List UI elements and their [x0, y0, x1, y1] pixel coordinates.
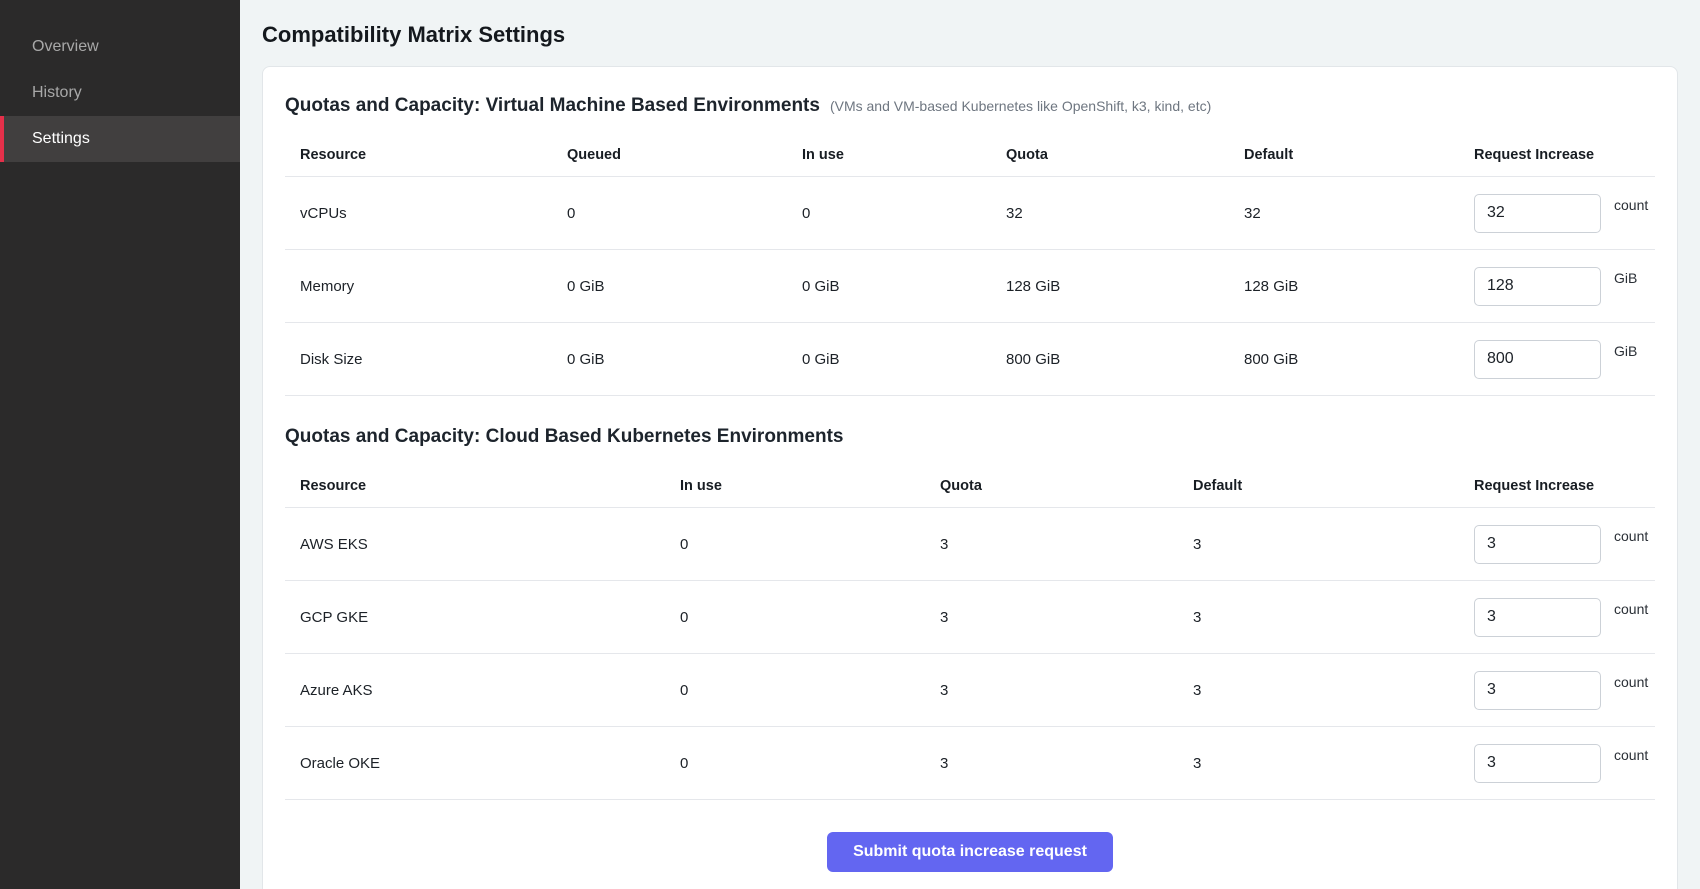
sidebar-item-history[interactable]: History: [0, 70, 240, 116]
in-use-cell: 0: [680, 755, 940, 772]
in-use-cell: 0 GiB: [802, 278, 1006, 295]
column-header-in-use: In use: [802, 147, 1006, 163]
resource-cell: Oracle OKE: [300, 755, 680, 772]
request-increase-cell: GiB: [1474, 340, 1655, 379]
request-increase-cell: GiB: [1474, 267, 1655, 306]
column-header-default: Default: [1244, 147, 1474, 163]
unit-label: count: [1614, 601, 1648, 617]
column-header-in-use: In use: [680, 478, 940, 494]
vm-section-title: Quotas and Capacity: Virtual Machine Bas…: [285, 95, 820, 117]
settings-card: Quotas and Capacity: Virtual Machine Bas…: [262, 66, 1678, 889]
column-header-queued: Queued: [567, 147, 802, 163]
column-header-default: Default: [1193, 478, 1474, 494]
default-cell: 3: [1193, 682, 1474, 699]
disk-size-request-input[interactable]: [1474, 340, 1601, 379]
request-increase-cell: count: [1474, 598, 1655, 637]
table-row-oracle-oke: Oracle OKE 0 3 3 count: [285, 727, 1655, 800]
resource-cell: Azure AKS: [300, 682, 680, 699]
column-header-resource: Resource: [300, 147, 567, 163]
gcp-gke-request-input[interactable]: [1474, 598, 1601, 637]
resource-cell: AWS EKS: [300, 536, 680, 553]
vm-table-header: Resource Queued In use Quota Default Req…: [285, 133, 1655, 177]
main-content: Compatibility Matrix Settings Quotas and…: [240, 0, 1700, 889]
resource-cell: vCPUs: [300, 205, 567, 222]
page-title: Compatibility Matrix Settings: [262, 22, 1678, 48]
aws-eks-request-input[interactable]: [1474, 525, 1601, 564]
sidebar-item-overview[interactable]: Overview: [0, 24, 240, 70]
vm-section-subtitle: (VMs and VM-based Kubernetes like OpenSh…: [830, 98, 1211, 114]
in-use-cell: 0: [680, 682, 940, 699]
unit-label: count: [1614, 674, 1648, 690]
default-cell: 128 GiB: [1244, 278, 1474, 295]
column-header-request-increase: Request Increase: [1474, 478, 1655, 494]
vm-quotas-section: Quotas and Capacity: Virtual Machine Bas…: [285, 95, 1655, 396]
unit-label: count: [1614, 528, 1648, 544]
queued-cell: 0 GiB: [567, 351, 802, 368]
default-cell: 3: [1193, 609, 1474, 626]
quota-cell: 3: [940, 536, 1193, 553]
unit-label: GiB: [1614, 343, 1637, 359]
sidebar: Overview History Settings: [0, 0, 240, 889]
request-increase-cell: count: [1474, 525, 1655, 564]
default-cell: 3: [1193, 755, 1474, 772]
resource-cell: Memory: [300, 278, 567, 295]
queued-cell: 0: [567, 205, 802, 222]
sidebar-nav: Overview History Settings: [0, 24, 240, 162]
quota-cell: 800 GiB: [1006, 351, 1244, 368]
quota-cell: 3: [940, 609, 1193, 626]
oracle-oke-request-input[interactable]: [1474, 744, 1601, 783]
table-row-memory: Memory 0 GiB 0 GiB 128 GiB 128 GiB GiB: [285, 250, 1655, 323]
default-cell: 3: [1193, 536, 1474, 553]
quota-cell: 3: [940, 755, 1193, 772]
in-use-cell: 0: [802, 205, 1006, 222]
submit-button-row: Submit quota increase request: [285, 832, 1655, 872]
vm-section-header: Quotas and Capacity: Virtual Machine Bas…: [285, 95, 1655, 117]
quota-cell: 32: [1006, 205, 1244, 222]
in-use-cell: 0: [680, 536, 940, 553]
memory-request-input[interactable]: [1474, 267, 1601, 306]
resource-cell: GCP GKE: [300, 609, 680, 626]
unit-label: GiB: [1614, 270, 1637, 286]
column-header-resource: Resource: [300, 478, 680, 494]
default-cell: 32: [1244, 205, 1474, 222]
in-use-cell: 0 GiB: [802, 351, 1006, 368]
request-increase-cell: count: [1474, 671, 1655, 710]
default-cell: 800 GiB: [1244, 351, 1474, 368]
unit-label: count: [1614, 747, 1648, 763]
cloud-quotas-section: Quotas and Capacity: Cloud Based Kuberne…: [285, 426, 1655, 800]
quota-cell: 128 GiB: [1006, 278, 1244, 295]
quota-cell: 3: [940, 682, 1193, 699]
table-row-azure-aks: Azure AKS 0 3 3 count: [285, 654, 1655, 727]
unit-label: count: [1614, 197, 1648, 213]
app-root: Overview History Settings Compatibility …: [0, 0, 1700, 889]
cloud-table-header: Resource In use Quota Default Request In…: [285, 464, 1655, 508]
sidebar-item-settings[interactable]: Settings: [0, 116, 240, 162]
queued-cell: 0 GiB: [567, 278, 802, 295]
resource-cell: Disk Size: [300, 351, 567, 368]
table-row-vcpus: vCPUs 0 0 32 32 count: [285, 177, 1655, 250]
vcpus-request-input[interactable]: [1474, 194, 1601, 233]
column-header-quota: Quota: [940, 478, 1193, 494]
cloud-section-header: Quotas and Capacity: Cloud Based Kuberne…: [285, 426, 1655, 448]
request-increase-cell: count: [1474, 194, 1655, 233]
table-row-aws-eks: AWS EKS 0 3 3 count: [285, 508, 1655, 581]
in-use-cell: 0: [680, 609, 940, 626]
cloud-section-title: Quotas and Capacity: Cloud Based Kuberne…: [285, 426, 844, 448]
table-row-disk-size: Disk Size 0 GiB 0 GiB 800 GiB 800 GiB Gi…: [285, 323, 1655, 396]
column-header-quota: Quota: [1006, 147, 1244, 163]
column-header-request-increase: Request Increase: [1474, 147, 1655, 163]
submit-quota-increase-button[interactable]: Submit quota increase request: [827, 832, 1113, 872]
azure-aks-request-input[interactable]: [1474, 671, 1601, 710]
table-row-gcp-gke: GCP GKE 0 3 3 count: [285, 581, 1655, 654]
request-increase-cell: count: [1474, 744, 1655, 783]
